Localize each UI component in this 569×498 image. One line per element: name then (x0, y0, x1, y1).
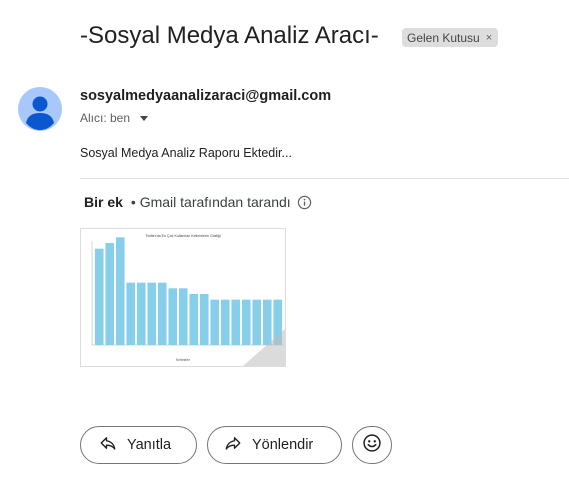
remove-label-icon[interactable]: × (486, 32, 492, 44)
chart-bar (210, 299, 220, 345)
chart-bar (157, 282, 167, 345)
chart-bar (147, 282, 157, 345)
forward-icon (224, 434, 242, 456)
forward-button[interactable]: Yönlendir (207, 426, 342, 464)
recipient-label: Alıcı: ben (80, 111, 131, 125)
chart-bar (105, 243, 115, 345)
reply-icon (99, 434, 117, 456)
chart-bar (126, 282, 136, 345)
email-body: Sosyal Medya Analiz Raporu Ektedir... (80, 146, 292, 160)
chart-bars (94, 237, 283, 345)
chart-xlabel: Kelimeler (176, 358, 191, 362)
reply-label: Yanıtla (127, 437, 172, 453)
chart-bar (178, 288, 188, 345)
chevron-down-icon (140, 116, 149, 121)
chart-bar (136, 282, 146, 345)
attachment-chart: Twitter'da En Çok Kullanılan Kelimelerin… (91, 234, 285, 366)
reply-button[interactable]: Yanıtla (80, 426, 197, 464)
chart-bar (115, 237, 125, 345)
chart-bar (252, 299, 262, 345)
chart-bar (199, 294, 209, 345)
recipient-toggle[interactable]: Alıcı: ben (80, 111, 149, 125)
attachment-thumbnail[interactable]: Twitter'da En Çok Kullanılan Kelimelerin… (80, 228, 286, 367)
chart-bar (220, 299, 230, 345)
user-avatar-icon (18, 87, 62, 131)
attachment-header: Bir ek • Gmail tarafından tarandı (84, 194, 312, 210)
scan-note: • Gmail tarafından tarandı (130, 194, 291, 210)
sender-email[interactable]: sosyalmedyaanalizaraci@gmail.com (80, 88, 331, 104)
attachment-count: Bir ek (84, 194, 123, 210)
emoji-button[interactable] (352, 426, 392, 464)
chart-bar (241, 299, 251, 345)
inbox-label-chip[interactable]: Gelen Kutusu × (402, 28, 499, 47)
chart-bar (94, 248, 104, 345)
chart-bar (231, 299, 241, 345)
emoji-icon (362, 433, 382, 457)
forward-label: Yönlendir (252, 437, 314, 453)
label-text: Gelen Kutusu (407, 30, 480, 45)
chart-bar (262, 299, 272, 345)
avatar[interactable] (18, 87, 62, 131)
chart-bar (168, 288, 178, 345)
chart-bar (189, 294, 199, 345)
info-icon[interactable] (297, 195, 312, 210)
divider (80, 178, 569, 179)
chart-title: Twitter'da En Çok Kullanılan Kelimelerin… (145, 234, 220, 238)
email-subject: -Sosyal Medya Analiz Aracı- (80, 22, 379, 49)
